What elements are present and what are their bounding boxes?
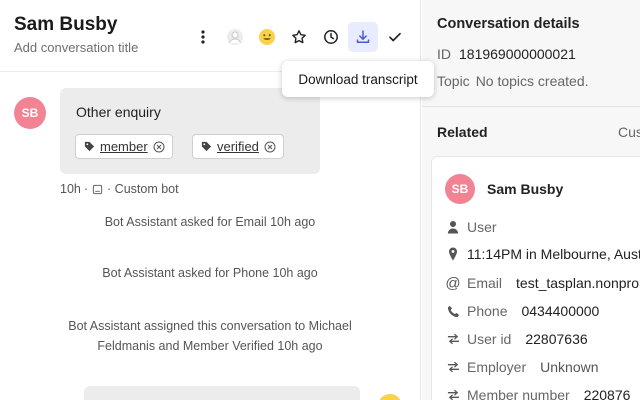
member-label: Member number bbox=[467, 387, 570, 400]
contact-type-row: User bbox=[445, 217, 497, 237]
location-pin-icon bbox=[449, 247, 457, 261]
avatar: SB bbox=[14, 97, 46, 129]
download-icon bbox=[356, 30, 370, 44]
person-icon bbox=[447, 221, 459, 234]
userid-label: User id bbox=[467, 331, 512, 347]
remove-tag-icon bbox=[153, 141, 165, 152]
contact-email-row: @ Email test_tasplan.nonpro bbox=[445, 273, 639, 293]
tag-label: member bbox=[100, 139, 148, 154]
contact-location: 11:14PM in Melbourne, Aust bbox=[467, 246, 640, 262]
agent-avatar bbox=[378, 394, 402, 400]
phone-icon bbox=[447, 305, 459, 317]
bot-icon bbox=[92, 184, 103, 194]
contact-member-row: Member number 220876 bbox=[445, 385, 630, 400]
tag-verified[interactable]: verified bbox=[192, 134, 284, 159]
email-value[interactable]: test_tasplan.nonpro bbox=[516, 275, 639, 291]
conversation-toolbar bbox=[188, 22, 412, 52]
conversation-id-row: ID 181969000000021 bbox=[437, 46, 576, 62]
download-transcript-button[interactable] bbox=[348, 22, 378, 52]
contact-location-row: 11:14PM in Melbourne, Aust bbox=[445, 244, 640, 264]
tag-icon bbox=[84, 141, 95, 152]
add-title-link[interactable]: Add conversation title bbox=[14, 40, 138, 55]
message-meta: 10h · · Custom bot bbox=[60, 182, 179, 196]
remove-tag-icon bbox=[264, 141, 276, 152]
more-options-button[interactable] bbox=[188, 22, 218, 52]
assignee-button[interactable] bbox=[220, 22, 250, 52]
contact-employer-row: Employer Unknown bbox=[445, 357, 599, 377]
employer-value: Unknown bbox=[540, 359, 599, 375]
contact-phone-row: Phone 0434400000 bbox=[445, 301, 599, 321]
tag-icon bbox=[201, 141, 212, 152]
meta-separator: · bbox=[83, 182, 89, 196]
contact-card: SB Sam Busby User 11:14PM in Melbourne, … bbox=[431, 156, 640, 400]
email-label: Email bbox=[467, 275, 503, 291]
system-message: Bot Assistant assigned this conversation… bbox=[68, 319, 352, 333]
conversation-details-title: Conversation details bbox=[437, 16, 580, 32]
phone-value[interactable]: 0434400000 bbox=[521, 303, 599, 319]
star-icon bbox=[292, 30, 306, 44]
system-message: Bot Assistant asked for Phone 10h ago bbox=[102, 266, 318, 280]
contact-userid-row: User id 22807636 bbox=[445, 329, 588, 349]
tag-member[interactable]: member bbox=[75, 134, 173, 159]
smiley-icon bbox=[259, 29, 275, 45]
userid-value: 22807636 bbox=[525, 331, 588, 347]
phone-label: Phone bbox=[467, 303, 508, 319]
at-icon: @ bbox=[445, 274, 461, 292]
kebab-icon bbox=[201, 30, 205, 44]
emoji-button[interactable] bbox=[252, 22, 282, 52]
close-conversation-button[interactable] bbox=[380, 22, 410, 52]
message-time: 10h bbox=[60, 182, 81, 196]
clock-icon bbox=[324, 30, 338, 44]
conversation-pane: Sam Busby Add conversation title SB Othe… bbox=[0, 0, 421, 400]
contact-type: User bbox=[467, 219, 497, 235]
system-message: Bot Assistant asked for Email 10h ago bbox=[104, 215, 316, 229]
snooze-button[interactable] bbox=[316, 22, 346, 52]
tag-label: verified bbox=[217, 139, 259, 154]
system-message: Feldmanis and Member Verified 10h ago bbox=[97, 339, 323, 353]
related-title: Related bbox=[437, 124, 488, 140]
star-button[interactable] bbox=[284, 22, 314, 52]
avatar: SB bbox=[445, 174, 475, 204]
topic-row: Topic No topics created. bbox=[437, 73, 589, 89]
topic-value: No topics created. bbox=[475, 73, 589, 89]
download-transcript-tooltip: Download transcript bbox=[282, 61, 434, 97]
customize-link[interactable]: Cus bbox=[618, 124, 640, 140]
message-text: Other enquiry bbox=[76, 104, 161, 120]
contact-name-title: Sam Busby bbox=[14, 14, 118, 35]
id-value: 181969000000021 bbox=[459, 46, 576, 62]
message-bubble: Other enquiry member verified bbox=[60, 88, 320, 174]
id-label: ID bbox=[437, 46, 451, 62]
details-pane: Conversation details ID 181969000000021 T… bbox=[422, 0, 640, 400]
member-value: 220876 bbox=[583, 387, 631, 400]
divider bbox=[422, 106, 640, 107]
check-icon bbox=[389, 32, 401, 42]
employer-label: Employer bbox=[467, 359, 527, 375]
contact-name[interactable]: Sam Busby bbox=[487, 181, 563, 197]
user-avatar-icon bbox=[227, 29, 243, 45]
swap-icon bbox=[447, 361, 459, 373]
swap-icon bbox=[447, 389, 459, 400]
message-bubble bbox=[84, 386, 360, 400]
swap-icon bbox=[447, 333, 459, 345]
topic-label: Topic bbox=[437, 73, 470, 89]
message-source: · Custom bot bbox=[107, 182, 179, 196]
